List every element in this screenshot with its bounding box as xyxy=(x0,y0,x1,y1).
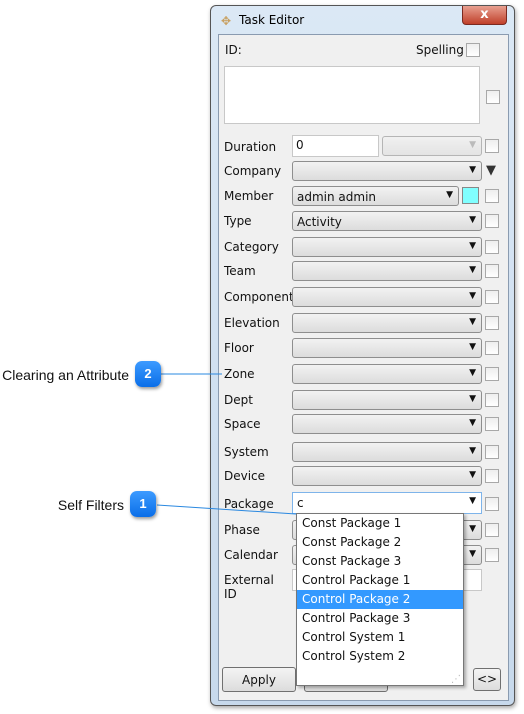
callout-lines xyxy=(156,373,297,515)
callout-line-1 xyxy=(156,504,297,515)
callout-badge-1: 1 xyxy=(130,491,156,517)
callout-text-self-filters: Self Filters xyxy=(57,497,124,513)
callout-badge-2: 2 xyxy=(135,361,161,387)
callout-text-clearing-attribute: Clearing an Attribute xyxy=(2,367,129,383)
